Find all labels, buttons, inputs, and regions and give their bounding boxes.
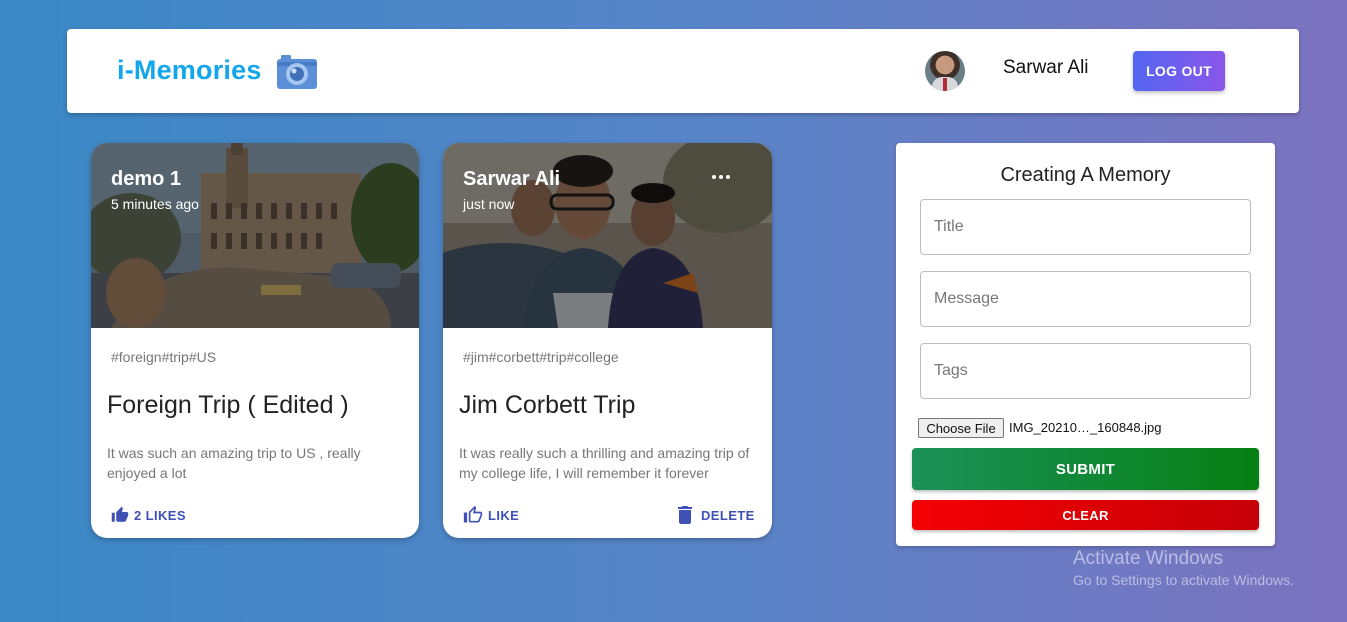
like-count-label: 2 LIKES <box>134 507 186 523</box>
camera-icon <box>277 55 317 89</box>
like-button[interactable]: 2 LIKES <box>111 505 186 525</box>
post-author: demo 1 <box>111 168 182 190</box>
tags-input[interactable] <box>920 343 1251 399</box>
user-avatar <box>925 51 965 91</box>
more-horizontal-icon[interactable] <box>711 173 731 181</box>
post-message: It was such an amazing trip to US , real… <box>107 445 361 481</box>
user-name: Sarwar Ali <box>1003 57 1089 78</box>
post-card: demo 1 5 minutes ago #foreign#trip#US Fo… <box>91 143 419 538</box>
logout-button[interactable]: LOG OUT <box>1133 51 1225 91</box>
submit-button[interactable]: SUBMIT <box>912 448 1259 490</box>
like-button[interactable]: LIKE <box>463 505 519 525</box>
app-bar: i-Memories Sarwar Ali LOG OUT <box>67 29 1299 113</box>
file-name: IMG_20210…_160848.jpg <box>1009 420 1162 435</box>
create-memory-form: Creating A Memory Choose File IMG_20210…… <box>896 143 1275 546</box>
clear-button[interactable]: CLEAR <box>912 500 1259 530</box>
post-time: 5 minutes ago <box>111 196 199 212</box>
brand-title[interactable]: i-Memories <box>117 55 262 86</box>
post-tags: #jim#corbett#trip#college <box>463 349 619 365</box>
choose-file-button[interactable]: Choose File <box>918 418 1004 438</box>
thumb-up-filled-icon <box>111 506 129 522</box>
watermark-title: Activate Windows <box>1073 548 1223 569</box>
trash-icon <box>678 506 692 524</box>
like-label: LIKE <box>488 507 520 523</box>
post-title: Jim Corbett Trip <box>459 391 636 419</box>
post-title: Foreign Trip ( Edited ) <box>107 391 349 419</box>
thumb-up-outline-icon <box>463 505 483 523</box>
delete-button[interactable]: DELETE <box>677 505 755 525</box>
post-tags: #foreign#trip#US <box>111 349 217 365</box>
post-message: It was really such a thrilling and amazi… <box>459 445 750 481</box>
form-title: Creating A Memory <box>1000 164 1171 186</box>
post-time: just now <box>463 196 515 212</box>
title-input[interactable] <box>920 199 1251 255</box>
post-card: Sarwar Ali just now #jim#corbett#trip#co… <box>443 143 772 538</box>
delete-label: DELETE <box>701 507 755 523</box>
watermark-subtitle: Go to Settings to activate Windows. <box>1073 572 1294 588</box>
message-input[interactable] <box>920 271 1251 327</box>
post-author: Sarwar Ali <box>463 168 561 190</box>
